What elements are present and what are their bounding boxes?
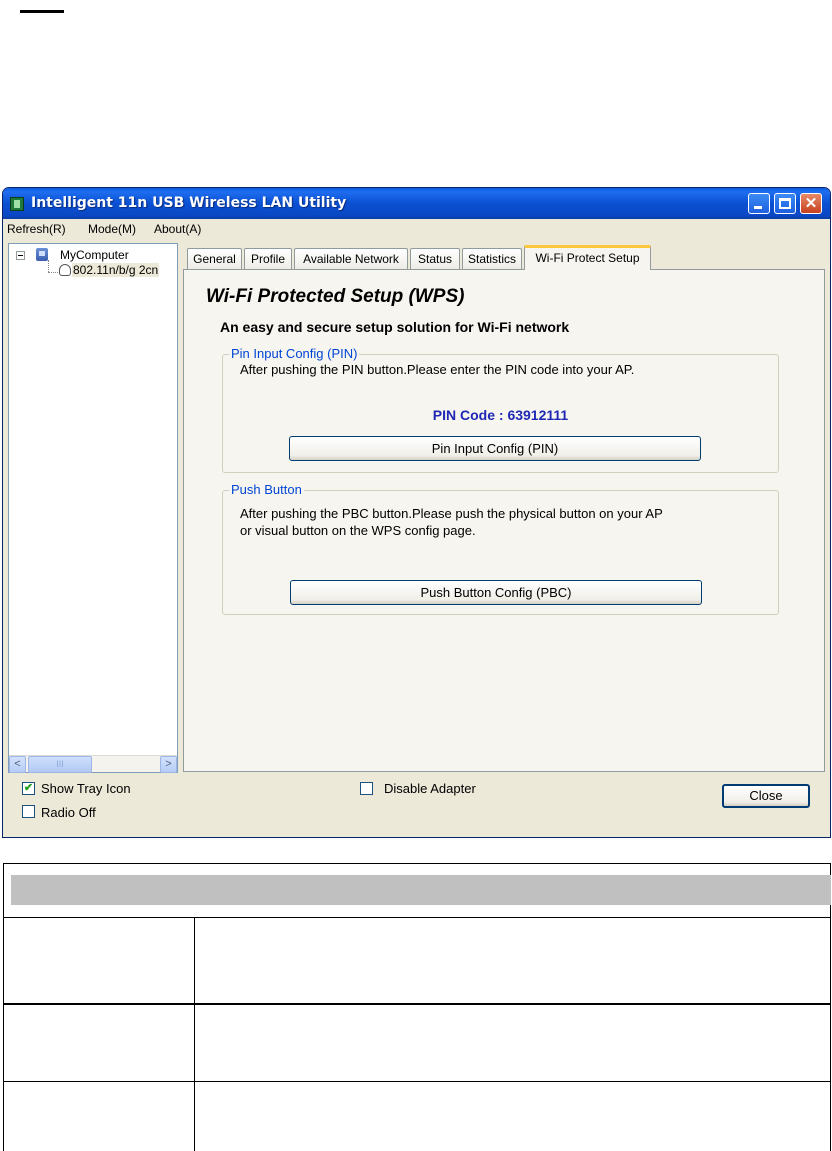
tree-connector <box>48 272 58 273</box>
minimize-icon <box>754 206 762 209</box>
column-divider <box>194 1082 195 1151</box>
tree-connector <box>48 260 49 272</box>
page: Intelligent 11n USB Wireless LAN Utility… <box>0 0 832 1151</box>
close-icon: ✕ <box>804 195 818 212</box>
show-tray-icon-checkbox[interactable]: ✔ <box>22 782 35 795</box>
app-icon <box>10 197 24 211</box>
pin-group: Pin Input Config (PIN) After pushing the… <box>222 346 779 473</box>
table-row <box>4 1003 830 1081</box>
adapter-tree: MyComputer 802.11n/b/g 2cn <box>8 243 178 773</box>
tab-profile[interactable]: Profile <box>244 248 292 270</box>
radio-off-label: Radio Off <box>41 805 96 820</box>
tab-available-network[interactable]: Available Network <box>294 248 408 270</box>
maximize-icon <box>779 198 791 209</box>
wps-title: Wi-Fi Protected Setup (WPS) <box>206 286 465 307</box>
tab-statistics[interactable]: Statistics <box>462 248 522 270</box>
pbc-group-text-line1: After pushing the PBC button.Please push… <box>240 506 663 521</box>
disable-adapter-label: Disable Adapter <box>384 781 476 796</box>
top-rule <box>20 10 64 13</box>
table-header <box>11 875 831 905</box>
maximize-button[interactable] <box>774 193 796 214</box>
tab-wifi-protect-setup[interactable]: Wi-Fi Protect Setup <box>524 245 651 270</box>
table-row <box>4 1081 830 1151</box>
radio-off-checkbox[interactable] <box>22 805 35 818</box>
wps-subtitle: An easy and secure setup solution for Wi… <box>220 319 570 335</box>
computer-icon <box>36 248 48 261</box>
scroll-left-icon[interactable]: < <box>9 756 26 773</box>
pin-group-legend: Pin Input Config (PIN) <box>229 346 360 361</box>
menu-refresh[interactable]: Refresh(R) <box>7 222 66 236</box>
show-tray-icon-label: Show Tray Icon <box>41 781 131 796</box>
push-button-group: Push Button After pushing the PBC button… <box>222 482 779 615</box>
tree-horizontal-scrollbar[interactable]: < III > <box>9 755 177 773</box>
pin-group-text: After pushing the PIN button.Please ente… <box>240 362 635 377</box>
disable-adapter-checkbox[interactable] <box>360 782 373 795</box>
wireless-adapter-icon <box>59 264 71 276</box>
pbc-group-legend: Push Button <box>229 482 304 497</box>
close-window-button[interactable]: ✕ <box>800 193 822 214</box>
menu-about[interactable]: About(A) <box>154 222 201 236</box>
table-row <box>4 917 830 1003</box>
tree-collapse-icon[interactable] <box>16 251 25 260</box>
tab-status[interactable]: Status <box>410 248 460 270</box>
menu-mode[interactable]: Mode(M) <box>88 222 136 236</box>
menu-bar: Refresh(R) Mode(M) About(A) <box>3 219 830 239</box>
wps-panel: Wi-Fi Protected Setup (WPS) An easy and … <box>183 269 825 772</box>
close-button[interactable]: Close <box>722 784 810 808</box>
minimize-button[interactable] <box>748 193 770 214</box>
tree-item-adapter[interactable]: 802.11n/b/g 2cn <box>72 263 160 277</box>
tree-item-mycomputer[interactable]: MyComputer <box>60 248 129 262</box>
push-button-config-button[interactable]: Push Button Config (PBC) <box>290 580 702 605</box>
scroll-thumb[interactable]: III <box>28 756 92 773</box>
column-divider <box>194 918 195 1003</box>
description-table <box>3 863 831 1151</box>
pin-input-config-button[interactable]: Pin Input Config (PIN) <box>289 436 701 461</box>
pbc-group-text-line2: or visual button on the WPS config page. <box>240 523 476 538</box>
utility-window: Intelligent 11n USB Wireless LAN Utility… <box>2 187 831 838</box>
window-title: Intelligent 11n USB Wireless LAN Utility <box>31 195 347 211</box>
title-bar[interactable]: Intelligent 11n USB Wireless LAN Utility… <box>3 188 830 219</box>
scroll-right-icon[interactable]: > <box>160 756 177 773</box>
column-divider <box>194 1005 195 1081</box>
tab-general[interactable]: General <box>187 248 242 270</box>
pin-code: PIN Code : 63912111 <box>432 407 569 423</box>
